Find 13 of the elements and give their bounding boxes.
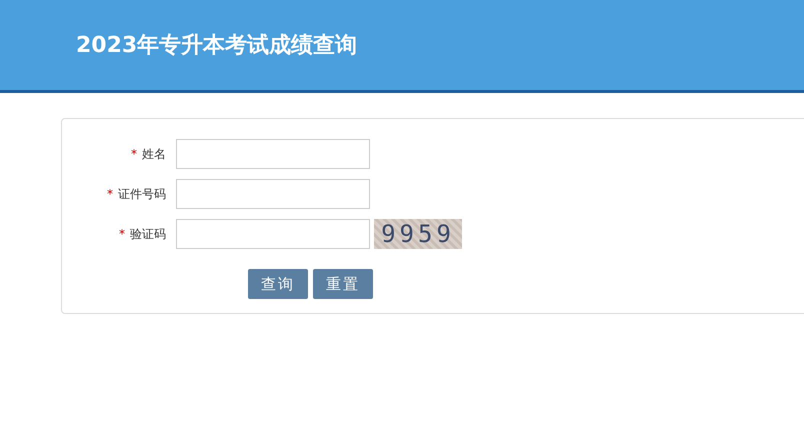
- field-label: 验证码: [130, 226, 166, 242]
- input-field[interactable]: [176, 219, 370, 249]
- page-title: 2023年专升本考试成绩查询: [76, 32, 358, 60]
- required-mark: *: [107, 187, 113, 201]
- input-field[interactable]: [176, 179, 370, 209]
- field-label: 姓名: [142, 146, 166, 162]
- required-mark: *: [119, 227, 125, 241]
- query-button[interactable]: 查询: [248, 269, 308, 299]
- input-field[interactable]: [176, 139, 370, 169]
- captcha-image[interactable]: 9959: [374, 219, 462, 249]
- required-mark: *: [131, 147, 137, 161]
- field-label: 证件号码: [118, 186, 166, 202]
- reset-button[interactable]: 重置: [313, 269, 373, 299]
